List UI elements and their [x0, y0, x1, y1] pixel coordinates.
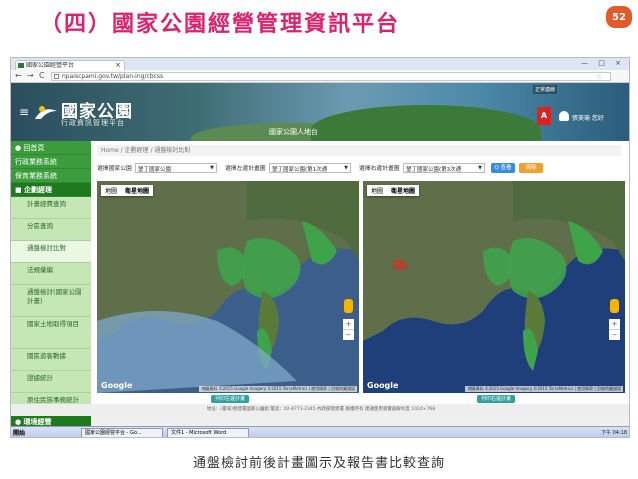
user-avatar-icon — [559, 111, 569, 121]
right-plan-select[interactable]: 墾丁國家公園(第3次通 ▼ — [403, 163, 485, 173]
favicon-icon — [18, 63, 24, 68]
zoom-in-button[interactable]: + — [343, 319, 354, 329]
zoom-out-button[interactable]: − — [609, 329, 620, 340]
map-attribution: 地圖資料 ©2015 Google Imagery ©2015 TerraMet… — [199, 386, 357, 392]
print-right-plan-button[interactable]: 列印右邊計畫 — [477, 395, 516, 403]
browser-tab[interactable]: 國家公園經營平台 × — [15, 60, 125, 70]
sidebar-item[interactable]: 國家土地取得項目 — [11, 317, 91, 349]
bookmark-star-icon[interactable]: ☆ — [596, 73, 602, 81]
map-attribution: 地圖資料 ©2015 Google Imagery ©2015 TerraMet… — [465, 386, 623, 392]
sidebar-item[interactable]: 通盤檢討比對 — [11, 241, 91, 263]
right-map[interactable]: 地圖 衛星地圖 + − Google 地圖資料 ©2015 Google Ima… — [363, 181, 625, 393]
reload-icon[interactable]: C — [39, 71, 45, 80]
site-header: ≡ 國家公園 行政資訊管理平台 國家公園人地台 正常連線 A 張美瑜 您好 — [11, 83, 629, 141]
sidebar-item[interactable]: ■ 企劃經理 — [11, 183, 91, 197]
header-landscape-hill — [311, 105, 541, 141]
google-logo: Google — [101, 381, 133, 390]
sidebar-item[interactable]: 行政業務系統 — [11, 155, 91, 169]
map-type-toggle[interactable]: 地圖 衛星地圖 — [101, 185, 154, 196]
map-type-toggle[interactable]: 地圖 衛星地圖 — [367, 185, 420, 196]
query-button[interactable]: Q 查看 — [491, 163, 515, 173]
tray-clock: 下午 04:18 — [601, 430, 627, 436]
tab-close-icon[interactable]: × — [115, 61, 121, 70]
park-select-label: 選擇國家公園 — [97, 166, 132, 172]
park-logo-icon — [35, 106, 57, 119]
left-map[interactable]: 地圖 衛星地圖 + − Google 地圖資料 ©2015 Google Ima… — [97, 181, 359, 393]
forward-icon[interactable]: → — [27, 71, 34, 80]
zoom-control: + − — [609, 319, 620, 340]
left-map-satellite — [97, 181, 359, 393]
sidebar-item[interactable]: 計畫經費查詢 — [11, 197, 91, 219]
zoom-control: + − — [343, 319, 354, 340]
print-left-plan-button[interactable]: 列印左邊計畫 — [211, 395, 250, 403]
start-button[interactable]: 開始 — [13, 428, 25, 437]
slide: （四）國家公園經營管理資訊平台 52 國家公園經營平台 × — □ × ← → … — [0, 0, 638, 479]
hamburger-menu-icon[interactable]: ≡ — [19, 105, 29, 119]
taskbar: 開始 國家公園經營平台 - Go... 文件1 - Microsoft Word… — [11, 426, 629, 437]
sidebar-item[interactable]: 證據統計 — [11, 371, 91, 393]
sidebar-item[interactable]: 通盤檢討(國家公園計畫) — [11, 285, 91, 317]
taskbar-item[interactable]: 國家公園經營平台 - Go... — [81, 428, 163, 437]
chevron-down-icon: ▼ — [344, 165, 348, 171]
banner-text: 國家公園人地台 — [269, 128, 318, 136]
main-content: Home / 企劃經理 / 通盤檢討比對 選擇國家公園 墾丁國家公園 ▼ 選擇左… — [91, 141, 629, 404]
back-icon[interactable]: ← — [15, 71, 22, 80]
left-plan-select[interactable]: 墾丁國家公園(第1次通 ▼ — [269, 163, 351, 173]
site-subtitle: 行政資訊管理平台 — [61, 119, 125, 127]
map-type-map[interactable]: 地圖 — [101, 185, 121, 196]
filter-row: 選擇國家公園 墾丁國家公園 ▼ 選擇左邊計畫圖 墾丁國家公園(第1次通 ▼ 選擇… — [97, 161, 621, 173]
google-logo: Google — [367, 381, 399, 390]
right-map-satellite — [363, 181, 625, 393]
site-footer: 地址：(臺灣)營建署國家公園組 電話：02-8771-2345 內政部營建署 版… — [11, 404, 629, 416]
park-select[interactable]: 墾丁國家公園 ▼ — [135, 163, 217, 173]
pegman-icon[interactable] — [610, 299, 619, 313]
pegman-icon[interactable] — [344, 299, 353, 313]
status-chip: 正常連線 — [533, 85, 558, 94]
sidebar-item[interactable]: 分區查詢 — [11, 219, 91, 241]
taskbar-item[interactable]: 文件1 - Microsoft Word — [167, 428, 249, 437]
left-plan-label: 選擇左邊計畫圖 — [225, 166, 266, 172]
slide-caption: 通盤檢討前後計畫圖示及報告書比較查詢 — [192, 456, 445, 471]
sidebar-item[interactable]: 國區遊客數據 — [11, 349, 91, 371]
tab-title: 國家公園經營平台 — [26, 62, 75, 69]
right-plan-value: 墾丁國家公園(第3次通 — [406, 167, 462, 173]
left-plan-value: 墾丁國家公園(第1次通 — [272, 167, 328, 173]
sidebar-item[interactable]: ● 回首頁 — [11, 141, 91, 155]
zoom-in-button[interactable]: + — [609, 319, 620, 329]
map-type-satellite[interactable]: 衛星地圖 — [121, 185, 153, 196]
slide-title: （四）國家公園經營管理資訊平台 — [40, 12, 401, 37]
page-number-badge: 52 — [606, 6, 632, 28]
map-type-map[interactable]: 地圖 — [367, 185, 387, 196]
pdf-icon[interactable]: A — [537, 107, 551, 125]
zoom-out-button[interactable]: − — [343, 329, 354, 340]
sidebar-item[interactable]: 保育業務系統 — [11, 169, 91, 183]
map-type-satellite[interactable]: 衛星地圖 — [387, 185, 419, 196]
browser-window: 國家公園經營平台 × — □ × ← → C npaiscpami.gov.tw… — [10, 57, 630, 438]
sidebar: ● 回首頁 行政業務系統 保育業務系統 ■ 企劃經理 計畫經費查詢 分區查詢 通盤檢討比對法… — [11, 141, 91, 437]
address-bar-row: ← → C npaiscpami.gov.tw/plan-ing/cbcss ☆ — [11, 70, 629, 83]
chevron-down-icon: ▼ — [210, 165, 214, 171]
window-controls[interactable]: — □ × — [581, 59, 625, 67]
user-name[interactable]: 張美瑜 您好 — [572, 113, 604, 122]
clear-button[interactable]: 清除 — [519, 163, 543, 173]
right-plan-label: 選擇右邊計畫圖 — [359, 166, 400, 172]
sidebar-item[interactable]: 法規彙編 — [11, 263, 91, 285]
breadcrumb: Home / 企劃經理 / 通盤檢討比對 — [97, 145, 621, 156]
park-select-value: 墾丁國家公園 — [138, 167, 172, 173]
browser-tabbar: 國家公園經營平台 × — □ × — [11, 58, 629, 70]
url-text: npaiscpami.gov.tw/plan-ing/cbcss — [62, 73, 164, 80]
page-info-icon[interactable] — [54, 74, 59, 79]
url-field[interactable]: npaiscpami.gov.tw/plan-ing/cbcss ☆ — [51, 72, 611, 81]
chevron-down-icon: ▼ — [478, 165, 482, 171]
